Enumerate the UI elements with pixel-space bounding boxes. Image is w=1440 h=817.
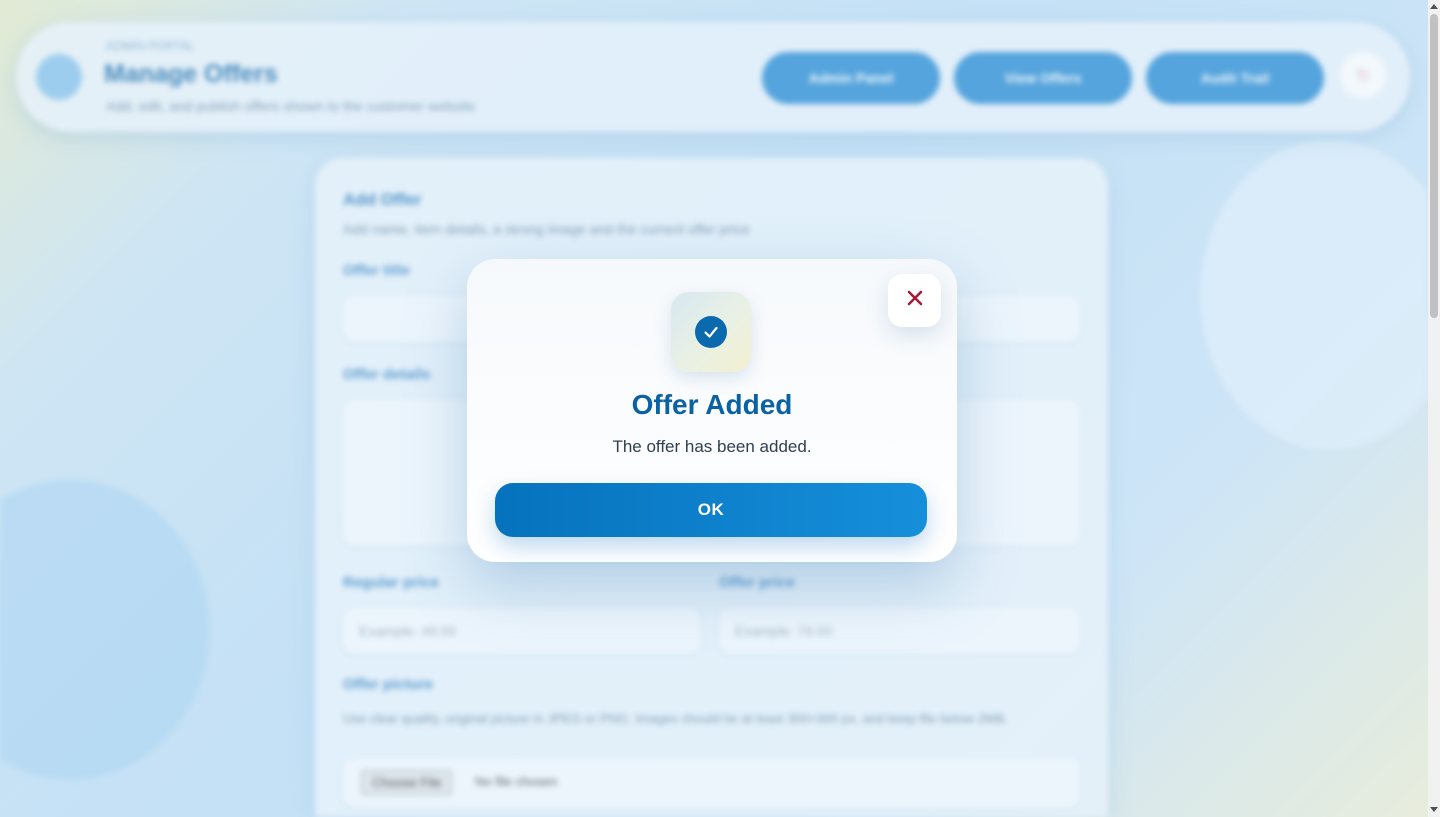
scrollbar-thumb[interactable] [1430,14,1438,318]
dialog-title: Offer Added [631,389,793,420]
success-icon-tile [671,292,751,372]
scroll-up-arrow-icon[interactable] [1430,4,1438,9]
page-scrollbar[interactable] [1428,0,1440,817]
success-dialog: Offer Added The offer has been added. OK [467,259,957,562]
close-button[interactable] [888,274,941,327]
close-icon [907,290,923,311]
check-circle-icon [695,316,727,348]
scroll-down-arrow-icon[interactable] [1430,807,1438,812]
ok-button[interactable]: OK [495,483,927,537]
dialog-message: The offer has been added. [612,437,812,456]
